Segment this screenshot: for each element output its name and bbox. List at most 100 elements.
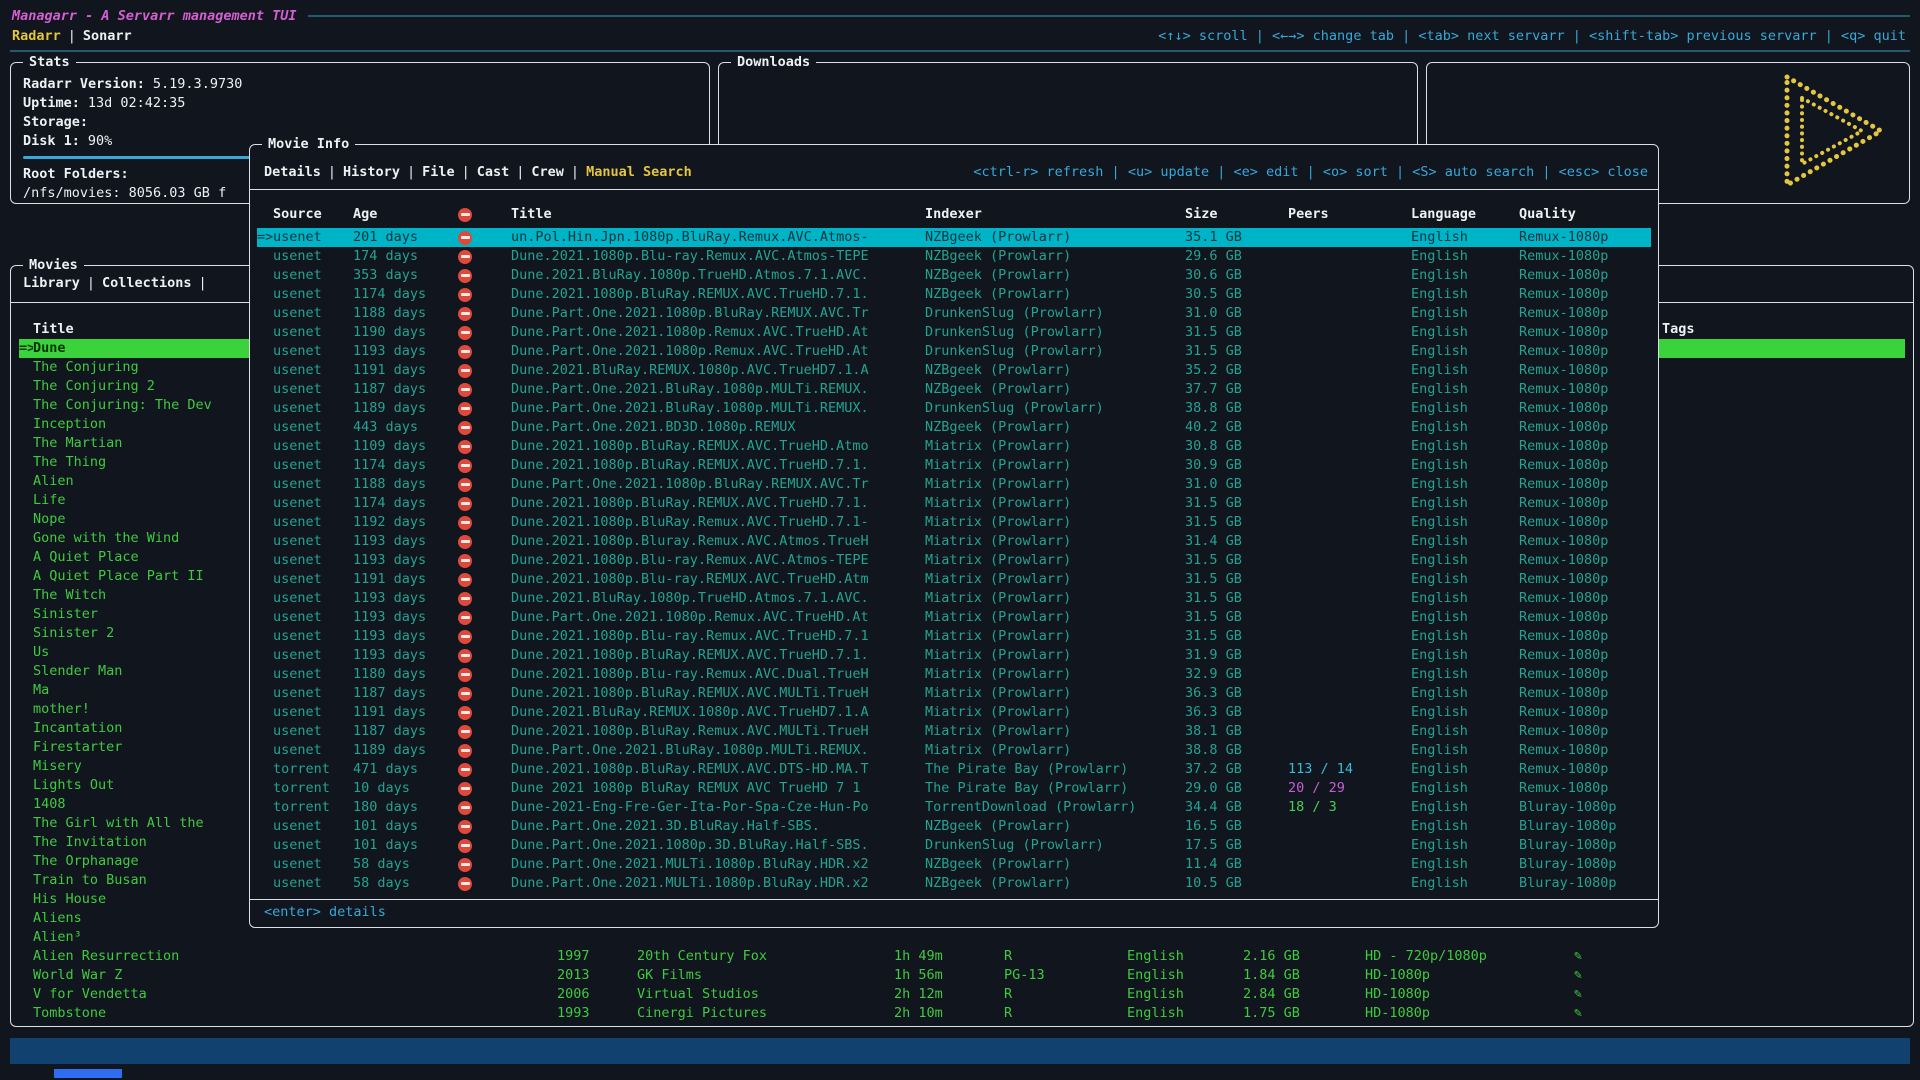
servarr-tab[interactable]: Radarr [12,28,61,44]
release-age: 1193 days [353,589,456,608]
release-language: English [1411,228,1519,247]
search-result-row[interactable]: usenet 1190 days Dune.Part.One.2021.1080… [257,323,1651,342]
movie-tags [1662,548,1905,567]
movie-info-tab[interactable]: Manual Search [586,164,692,180]
release-title: Dune.2021.1080p.BluRay.REMUX.AVC.TrueHD.… [511,285,925,304]
search-result-row[interactable]: usenet 1109 days Dune.2021.1080p.BluRay.… [257,437,1651,456]
search-result-row[interactable]: usenet 1188 days Dune.Part.One.2021.1080… [257,304,1651,323]
quality-column-header: Quality [1519,205,1651,224]
movie-quality: HD-1080p [1365,1004,1574,1023]
search-result-row[interactable]: usenet 1174 days Dune.2021.1080p.BluRay.… [257,285,1651,304]
release-peers [1288,589,1411,608]
movie-list-item[interactable]: Tombstone 1993 Cinergi Pictures 2h 10m R… [19,1004,1905,1023]
release-peers [1288,361,1411,380]
release-source: usenet [273,475,353,494]
release-size: 31.0 GB [1185,475,1288,494]
movie-tags [1662,339,1905,358]
search-result-row[interactable]: usenet 1193 days Dune.2021.1080p.Blu-ray… [257,551,1651,570]
search-result-row[interactable]: usenet 101 days Dune.Part.One.2021.3D.Bl… [257,817,1651,836]
movie-list-item[interactable]: Alien³ [19,928,1905,947]
release-age: 1193 days [353,646,456,665]
movie-list-item[interactable]: V for Vendetta 2006 Virtual Studios 2h 1… [19,985,1905,1004]
search-result-row[interactable]: usenet 1191 days Dune.2021.BluRay.REMUX.… [257,361,1651,380]
release-age: 1193 days [353,627,456,646]
search-result-row[interactable]: => usenet 201 days un.Pol.Hin.Jpn.1080p.… [257,228,1651,247]
search-result-row[interactable]: usenet 353 days Dune.2021.BluRay.1080p.T… [257,266,1651,285]
movie-info-tab[interactable]: Cast [477,164,510,180]
release-size: 38.8 GB [1185,741,1288,760]
selection-marker [19,985,33,1004]
search-result-row[interactable]: usenet 1189 days Dune.Part.One.2021.BluR… [257,741,1651,760]
movie-tags [1662,738,1905,757]
tab-separator: | [321,164,343,180]
selection-marker [19,814,33,833]
release-size: 31.5 GB [1185,570,1288,589]
movies-tab[interactable]: Collections [102,275,191,291]
release-title: Dune-2021-Eng-Fre-Ger-Ita-Por-Spa-Cze-Hu… [511,798,925,817]
release-size: 30.5 GB [1185,285,1288,304]
search-result-row[interactable]: torrent 10 days Dune 2021 1080p BluRay R… [257,779,1651,798]
release-peers [1288,855,1411,874]
release-peers: 20 / 29 [1288,779,1411,798]
release-language: English [1411,722,1519,741]
search-result-row[interactable]: usenet 1192 days Dune.2021.1080p.BluRay.… [257,513,1651,532]
movie-info-tab[interactable]: Details [264,164,321,180]
release-peers [1288,437,1411,456]
rejected-icon [458,440,472,454]
selection-marker [19,738,33,757]
search-result-row[interactable]: usenet 1187 days Dune.2021.1080p.BluRay.… [257,684,1651,703]
search-result-row[interactable]: usenet 1193 days Dune.2021.BluRay.1080p.… [257,589,1651,608]
search-result-row[interactable]: usenet 1187 days Dune.Part.One.2021.BluR… [257,380,1651,399]
movie-runtime: 1h 49m [894,947,1004,966]
release-size: 16.5 GB [1185,817,1288,836]
release-source: usenet [273,589,353,608]
release-quality: Remux-1080p [1519,760,1651,779]
search-result-row[interactable]: usenet 174 days Dune.2021.1080p.Blu-ray.… [257,247,1651,266]
servarr-tabs: Radarr|Sonarr [12,27,146,46]
search-result-row[interactable]: usenet 1188 days Dune.Part.One.2021.1080… [257,475,1651,494]
movie-list-item[interactable]: Alien Resurrection 1997 20th Century Fox… [19,947,1905,966]
release-age: 1174 days [353,285,456,304]
movie-list-item[interactable]: World War Z 2013 GK Films 1h 56m PG-13 E… [19,966,1905,985]
movie-tags [1662,681,1905,700]
app-brand: Managarr [12,8,77,24]
search-result-row[interactable]: usenet 1193 days Dune.2021.1080p.Blu-ray… [257,627,1651,646]
search-result-row[interactable]: usenet 1193 days Dune.2021.1080p.BluRay.… [257,646,1651,665]
search-result-row[interactable]: torrent 180 days Dune-2021-Eng-Fre-Ger-I… [257,798,1651,817]
release-age: 1188 days [353,475,456,494]
tab-separator: | [509,164,531,180]
downloads-panel-title: Downloads [731,53,816,71]
search-result-row[interactable]: usenet 1174 days Dune.2021.1080p.BluRay.… [257,456,1651,475]
release-language: English [1411,304,1519,323]
release-size: 29.6 GB [1185,247,1288,266]
search-result-row[interactable]: torrent 471 days Dune.2021.1080p.BluRay.… [257,760,1651,779]
search-result-row[interactable]: usenet 58 days Dune.Part.One.2021.MULTi.… [257,855,1651,874]
search-result-row[interactable]: usenet 1174 days Dune.2021.1080p.BluRay.… [257,494,1651,513]
movie-info-tab[interactable]: History [343,164,400,180]
movie-tags [1662,377,1905,396]
search-result-row[interactable]: usenet 1191 days Dune.2021.BluRay.REMUX.… [257,703,1651,722]
movie-info-tab[interactable]: File [422,164,455,180]
search-result-row[interactable]: usenet 101 days Dune.Part.One.2021.1080p… [257,836,1651,855]
search-result-row[interactable]: usenet 1187 days Dune.2021.1080p.BluRay.… [257,722,1651,741]
selection-marker [257,855,273,874]
search-result-row[interactable]: usenet 443 days Dune.Part.One.2021.BD3D.… [257,418,1651,437]
monitored-icon: ✎ [1574,947,1662,966]
search-result-row[interactable]: usenet 1180 days Dune.2021.1080p.Blu-ray… [257,665,1651,684]
search-result-row[interactable]: usenet 1193 days Dune.Part.One.2021.1080… [257,608,1651,627]
servarr-tab[interactable]: Sonarr [83,28,132,44]
movie-info-tab[interactable]: Crew [531,164,564,180]
release-size: 31.5 GB [1185,589,1288,608]
search-result-row[interactable]: usenet 1193 days Dune.2021.1080p.Bluray.… [257,532,1651,551]
search-result-row[interactable]: usenet 58 days Dune.Part.One.2021.MULTi.… [257,874,1651,893]
search-result-row[interactable]: usenet 1191 days Dune.2021.1080p.Blu-ray… [257,570,1651,589]
release-peers [1288,456,1411,475]
release-peers [1288,513,1411,532]
movies-tab[interactable]: Library [23,275,80,291]
release-title: Dune.Part.One.2021.BluRay.1080p.MULTi.RE… [511,741,925,760]
search-result-row[interactable]: usenet 1193 days Dune.Part.One.2021.1080… [257,342,1651,361]
selection-marker [19,586,33,605]
release-indexer: NZBgeek (Prowlarr) [925,266,1185,285]
search-result-row[interactable]: usenet 1189 days Dune.Part.One.2021.BluR… [257,399,1651,418]
release-size: 31.5 GB [1185,608,1288,627]
